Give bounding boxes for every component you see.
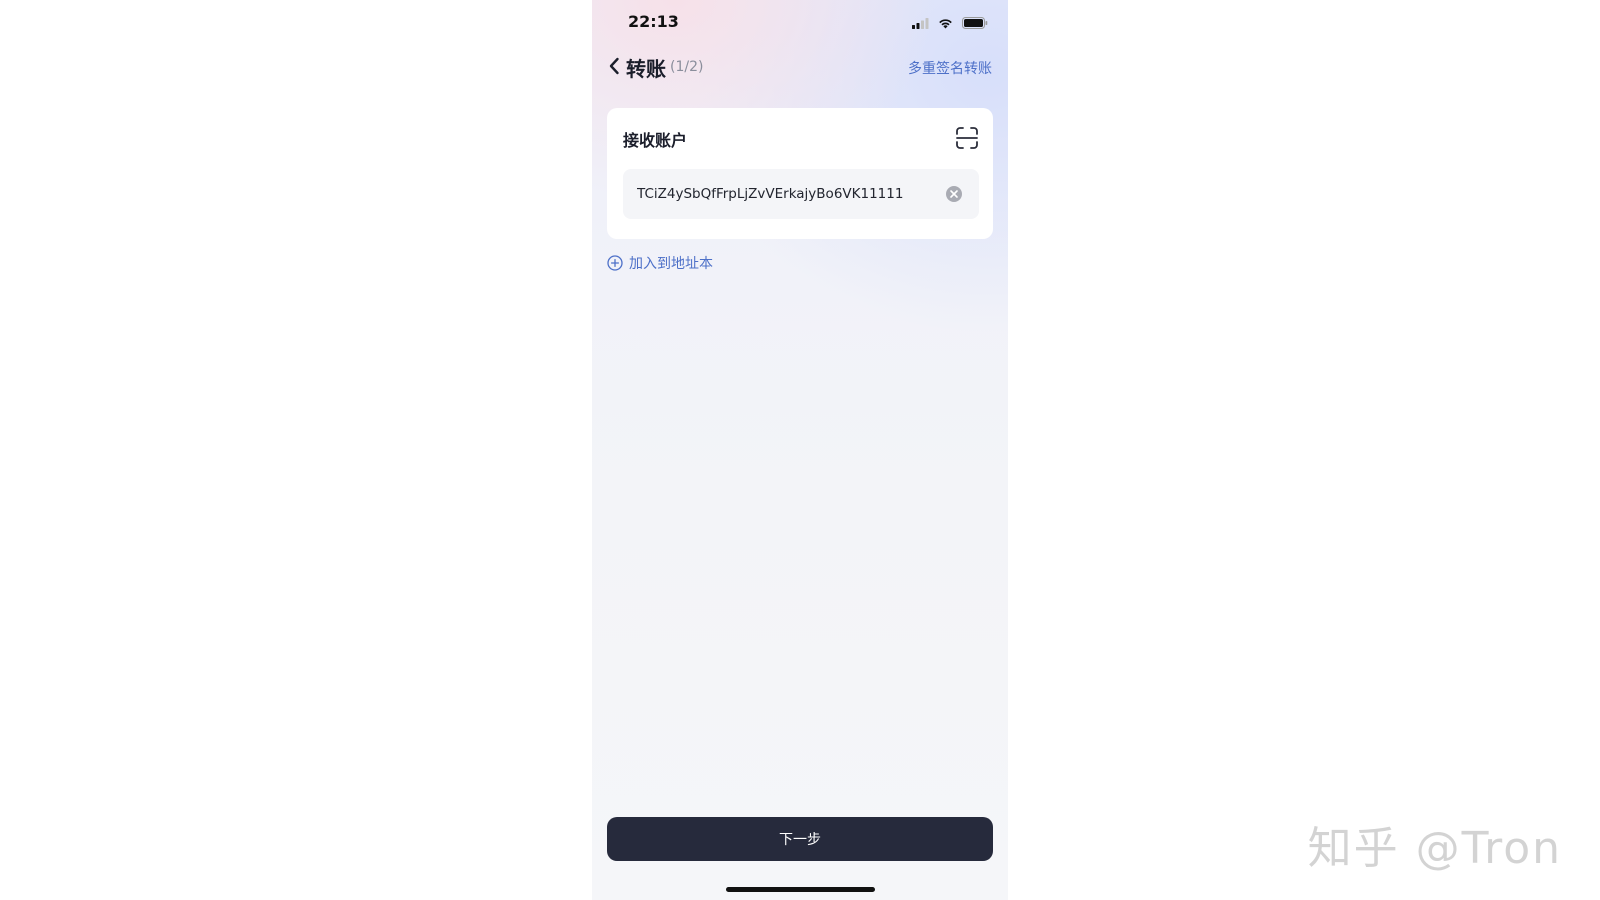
recipient-title: 接收账户 (623, 131, 688, 150)
scan-icon (956, 127, 978, 149)
recipient-card: 接收账户 (607, 108, 993, 239)
battery-icon (962, 14, 988, 33)
clear-address-button[interactable] (945, 185, 963, 203)
signal-icon (912, 14, 929, 33)
clear-icon (946, 186, 962, 202)
address-field (623, 169, 979, 219)
address-input[interactable] (637, 169, 927, 219)
plus-circle-icon (607, 255, 623, 271)
add-to-address-book-button[interactable]: 加入到地址本 (607, 253, 713, 273)
next-step-button[interactable]: 下一步 (607, 817, 993, 861)
status-icons (912, 14, 988, 33)
wifi-icon (938, 14, 953, 33)
step-indicator: (1/2) (670, 59, 704, 75)
status-time: 22:13 (628, 12, 679, 31)
page-title: 转账 (626, 57, 666, 81)
home-indicator (726, 887, 875, 892)
add-to-address-book-label: 加入到地址本 (629, 256, 713, 272)
phone-screen: 22:13 转账 (1/2) 多重签名转账 接收账户 TCiZ4ySbQfFrp… (592, 0, 1008, 900)
nav-bar: 转账 (1/2) 多重签名转账 (592, 50, 1008, 82)
watermark: 知乎 @Tron (1307, 823, 1562, 874)
back-button[interactable] (604, 54, 624, 78)
scan-button[interactable] (955, 126, 979, 150)
screen: 22:13 转账 (1/2) 多重签名转账 接收账户 TCiZ4ySbQfFrp… (0, 0, 1600, 900)
multisig-transfer-link[interactable]: 多重签名转账 (908, 58, 992, 78)
chevron-left-icon (609, 57, 619, 75)
